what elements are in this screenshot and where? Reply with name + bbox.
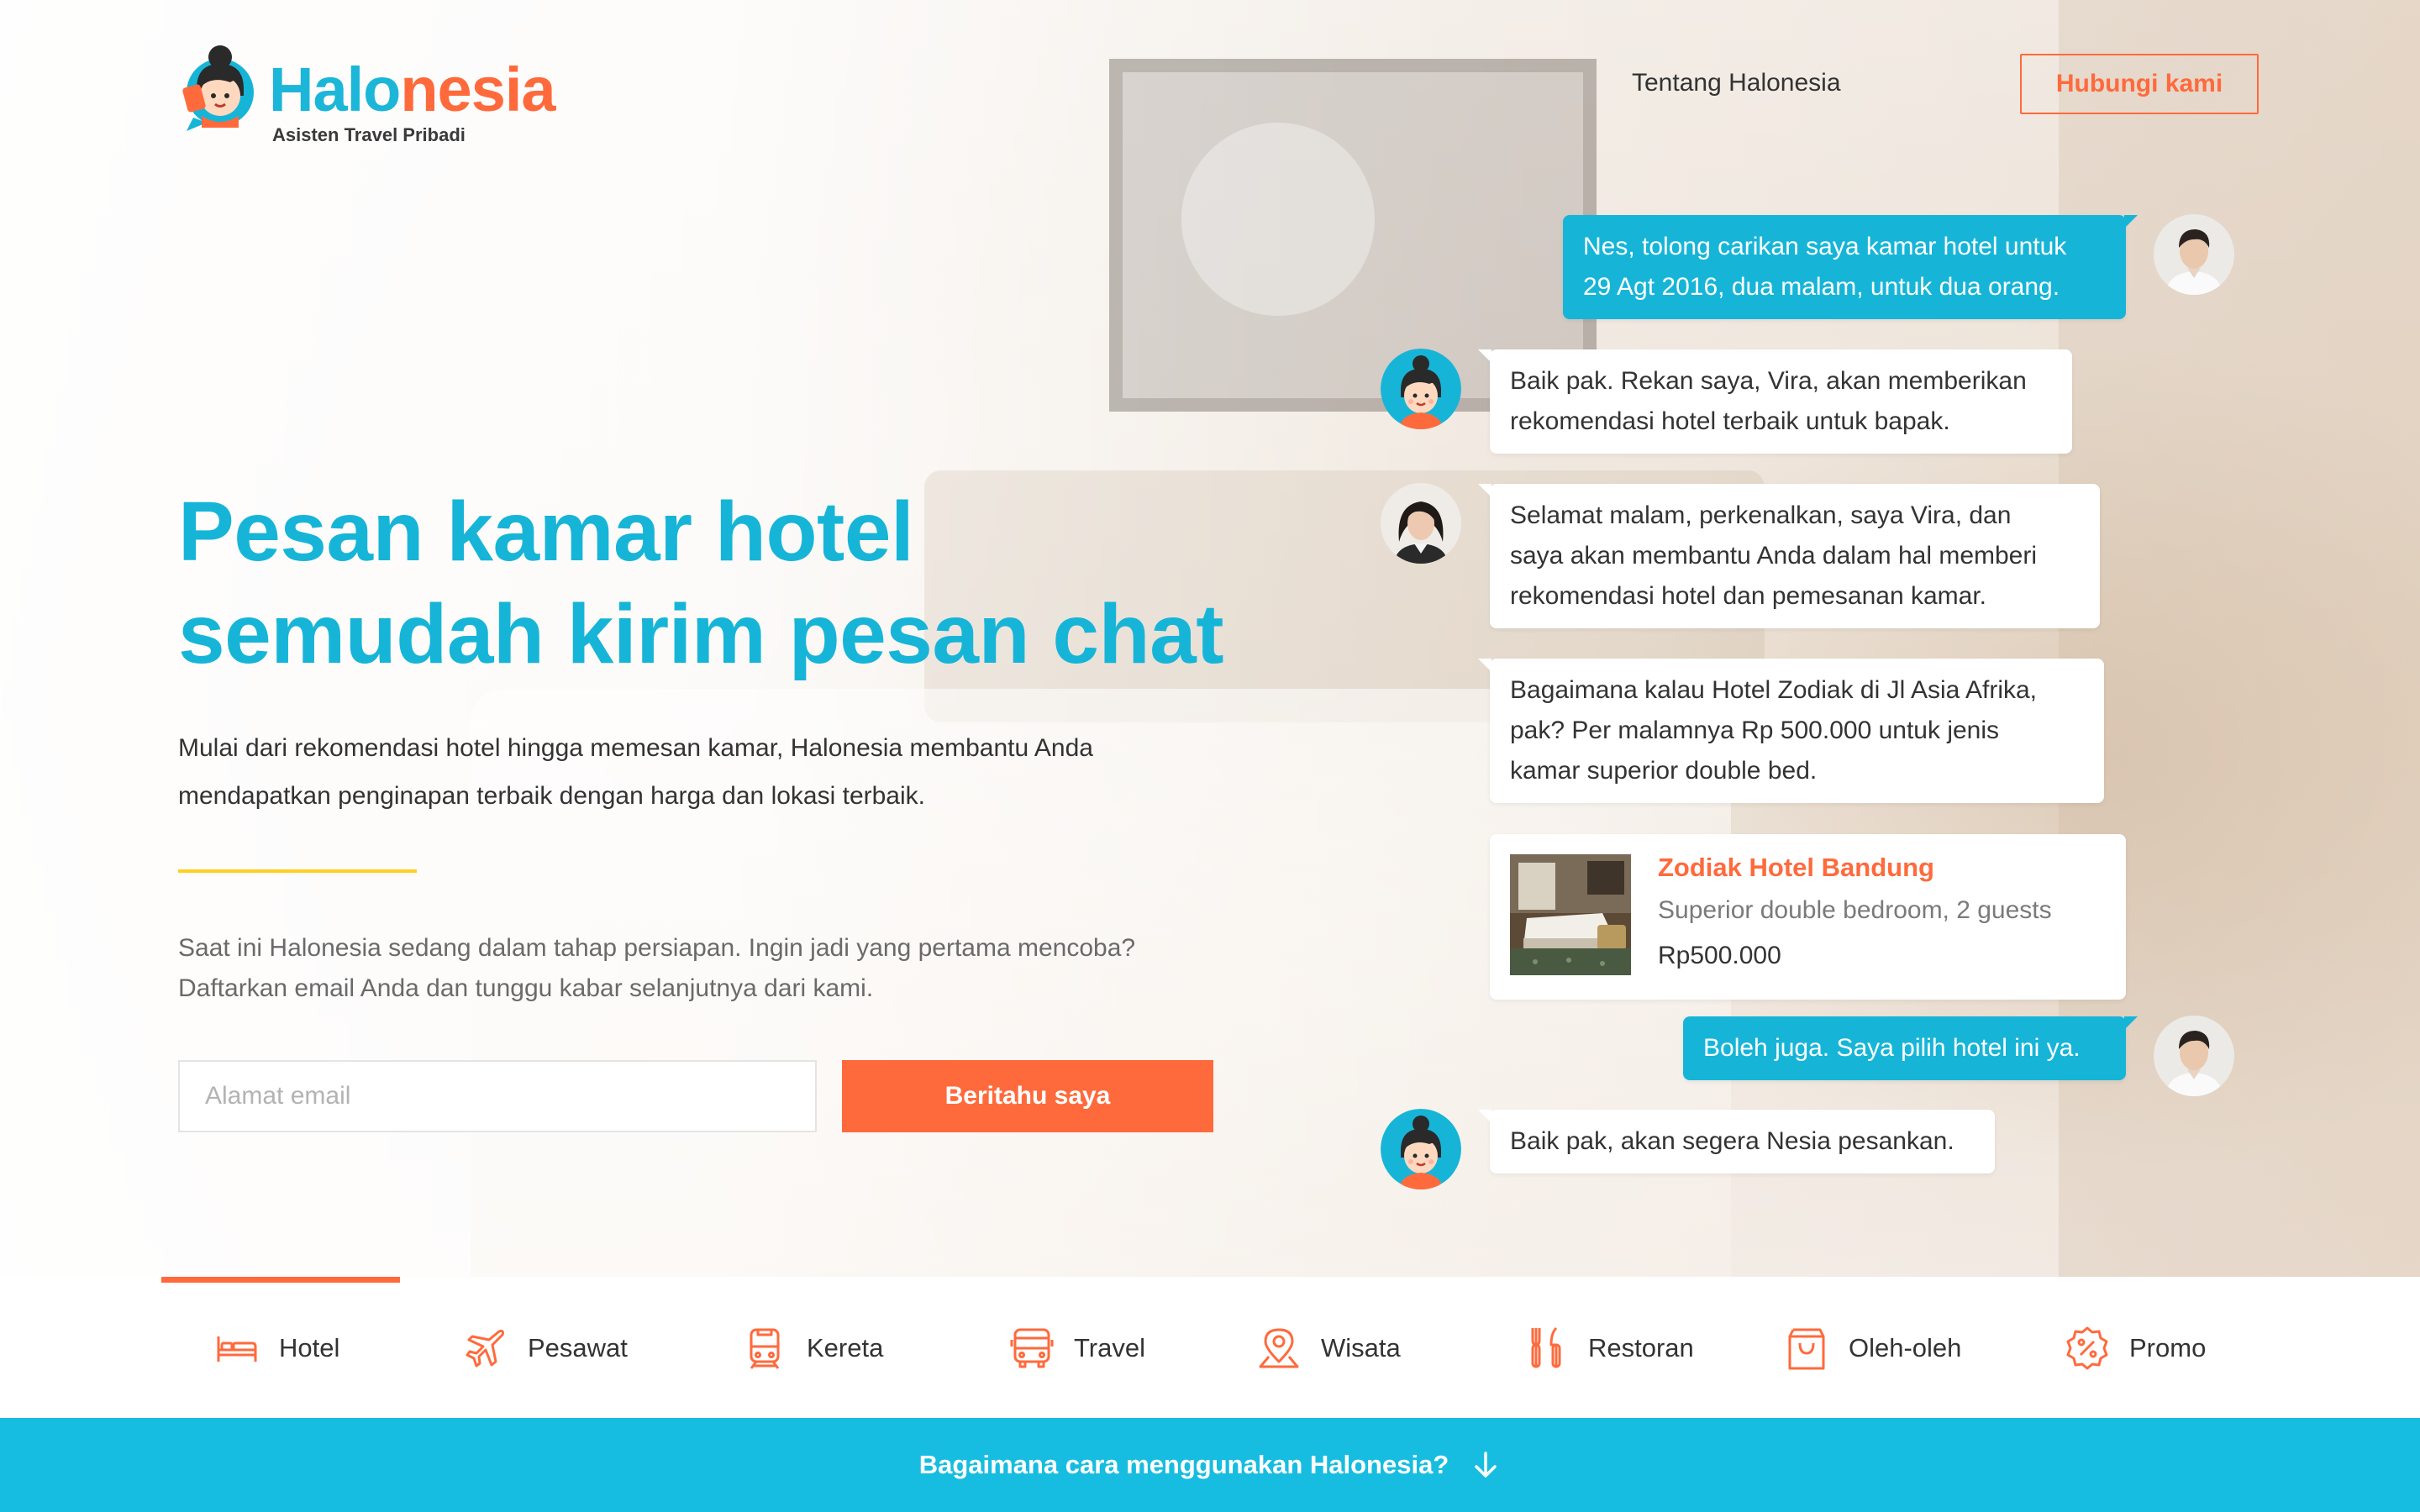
halonesia-logo[interactable]: Halonesia Asisten Travel Pribadi xyxy=(178,40,565,150)
launch-notice: Saat ini Halonesia sedang dalam tahap pe… xyxy=(178,928,1270,1009)
contact-button[interactable]: Hubungi kami xyxy=(2020,54,2259,114)
user-avatar xyxy=(2154,214,2234,295)
hotel-room-image xyxy=(1510,854,1631,975)
hero-headline: Pesan kamar hotel semudah kirim pesan ch… xyxy=(178,480,1270,685)
tab-travel[interactable]: Travel xyxy=(1008,1319,1145,1378)
hotel-price: Rp500.000 xyxy=(1658,942,1781,969)
tab-restoran[interactable]: Restoran xyxy=(1523,1319,1694,1378)
hotel-room-type: Superior double bedroom, 2 guests xyxy=(1658,896,2052,924)
discount-badge-icon xyxy=(2066,1326,2108,1370)
hotel-name-link[interactable]: Zodiak Hotel Bandung xyxy=(1658,853,1934,883)
email-input[interactable] xyxy=(178,1060,817,1132)
logo-wordmark: Halonesia xyxy=(269,55,556,124)
agent-avatar xyxy=(1381,483,1461,564)
notice-line-2: Daftarkan email Anda dan tunggu kabar se… xyxy=(178,974,874,1002)
how-to-use-link[interactable]: Bagaimana cara menggunakan Halonesia? xyxy=(0,1418,2420,1512)
background-wardrobe xyxy=(2059,0,2420,1277)
chat-bubble-agent: Bagaimana kalau Hotel Zodiak di Jl Asia … xyxy=(1478,659,2104,803)
logo-tagline: Asisten Travel Pribadi xyxy=(272,124,466,145)
nesia-avatar xyxy=(1381,349,1461,429)
chat-bubble-agent: Selamat malam, perkenalkan, saya Vira, d… xyxy=(1478,484,2100,628)
hero-description: Mulai dari rekomendasi hotel hingga meme… xyxy=(178,724,1270,820)
description-line-1: Mulai dari rekomendasi hotel hingga meme… xyxy=(178,734,1093,762)
plane-icon xyxy=(466,1330,504,1368)
nesia-mascot-icon xyxy=(1381,1109,1461,1189)
user-avatar-icon xyxy=(2154,214,2234,295)
category-tabs: Hotel Pesawat Kereta Travel Wisata Resto… xyxy=(0,1277,2420,1418)
nesia-avatar xyxy=(1381,1109,1461,1189)
arrow-down-icon xyxy=(1475,1452,1497,1478)
how-to-use-label: Bagaimana cara menggunakan Halonesia? xyxy=(918,1450,1449,1479)
notice-line-1: Saat ini Halonesia sedang dalam tahap pe… xyxy=(178,934,1136,962)
user-avatar-icon xyxy=(2154,1016,2234,1096)
cutlery-icon xyxy=(1531,1326,1561,1368)
headline-line-1: Pesan kamar hotel xyxy=(178,485,914,579)
divider xyxy=(178,869,417,873)
mascot-logo-icon xyxy=(182,45,254,131)
notify-me-button[interactable]: Beritahu saya xyxy=(842,1060,1213,1132)
tab-hotel[interactable]: Hotel xyxy=(213,1319,339,1378)
tab-oleh-oleh[interactable]: Oleh-oleh xyxy=(1783,1319,1961,1378)
nesia-mascot-icon xyxy=(1381,349,1461,429)
shopping-bag-icon xyxy=(1788,1328,1825,1370)
user-avatar xyxy=(2154,1016,2234,1096)
train-icon xyxy=(750,1328,780,1369)
tab-pesawat[interactable]: Pesawat xyxy=(462,1319,628,1378)
bus-icon xyxy=(1010,1328,1054,1368)
chat-bubble-user: Boleh juga. Saya pilih hotel ini ya. xyxy=(1683,1016,2138,1080)
hotel-recommendation-card[interactable]: Zodiak Hotel Bandung Superior double bed… xyxy=(1490,834,2126,1000)
description-line-2: mendapatkan penginapan terbaik dengan ha… xyxy=(178,782,925,810)
chat-bubble-user: Nes, tolong carikan saya kamar hotel unt… xyxy=(1563,215,2138,319)
chat-bubble-assistant: Baik pak, akan segera Nesia pesankan. xyxy=(1478,1110,1995,1173)
headline-line-2: semudah kirim pesan chat xyxy=(178,587,1224,681)
bed-icon xyxy=(217,1336,257,1362)
tab-kereta[interactable]: Kereta xyxy=(741,1319,883,1378)
chat-bubble-assistant: Baik pak. Rekan saya, Vira, akan memberi… xyxy=(1478,349,2072,454)
hotel-room-photo-icon xyxy=(1510,854,1631,975)
tab-promo[interactable]: Promo xyxy=(2064,1319,2206,1378)
tab-wisata[interactable]: Wisata xyxy=(1255,1319,1401,1378)
nav-about-link[interactable]: Tentang Halonesia xyxy=(1632,69,1841,97)
active-tab-indicator xyxy=(161,1277,400,1283)
agent-avatar-icon xyxy=(1381,483,1461,564)
map-pin-icon xyxy=(1259,1328,1299,1368)
